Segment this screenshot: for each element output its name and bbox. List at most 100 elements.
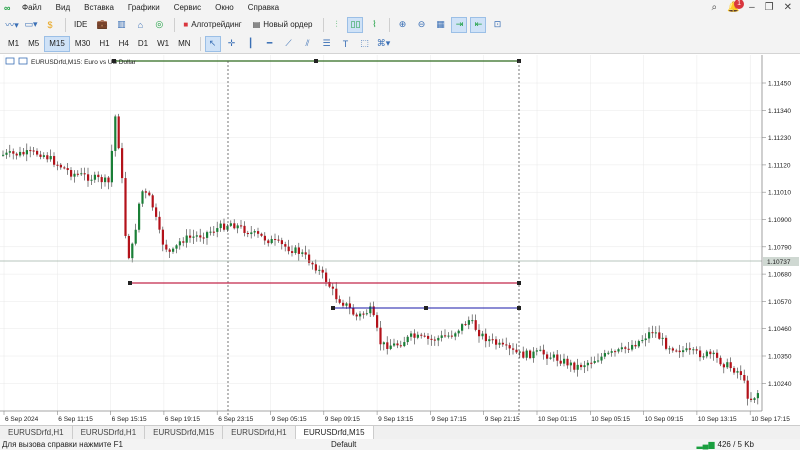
chart-tab[interactable]: EURUSDrfd,M15 <box>145 426 224 439</box>
candle-body <box>87 174 90 181</box>
zoom-in-icon[interactable]: ⊕ <box>394 17 410 33</box>
menu-file[interactable]: Файл <box>22 3 42 12</box>
cursor-icon[interactable]: ↖ <box>204 35 221 52</box>
time-label: 6 Sep 23:15 <box>218 416 253 423</box>
crosshair-icon[interactable]: ✛ <box>224 36 240 52</box>
shapes-icon[interactable]: ⬚ <box>357 36 373 52</box>
candle-body <box>399 345 402 347</box>
chart-shift-icon[interactable]: ⇤ <box>470 16 487 33</box>
candle-body <box>627 348 630 350</box>
menu-insert[interactable]: Вставка <box>84 3 114 12</box>
new-order-button[interactable]: ▤ Новый ордер <box>249 17 317 33</box>
fibonacci-icon[interactable]: ☰ <box>319 36 335 52</box>
candle-body <box>631 344 634 350</box>
menu-help[interactable]: Справка <box>248 3 279 12</box>
timeframe-m5[interactable]: M5 <box>24 36 43 52</box>
search-icon[interactable]: ⌕ <box>711 2 717 13</box>
chart-tab[interactable]: EURUSDrfd,H1 <box>73 426 146 439</box>
trendline-icon[interactable]: ⟋ <box>281 36 297 52</box>
candle-body <box>430 338 433 340</box>
menu-tools[interactable]: Сервис <box>174 3 201 12</box>
candle-body <box>423 335 426 337</box>
restore-icon[interactable]: ❐ <box>765 2 774 13</box>
candle-body <box>420 334 423 336</box>
screenshot-icon[interactable]: ⊡ <box>489 17 505 33</box>
signals-icon[interactable]: ◎ <box>151 17 167 33</box>
candle-body <box>498 342 501 345</box>
trendline-red-handle[interactable] <box>128 281 132 285</box>
timeframe-m15[interactable]: M15 <box>44 35 70 52</box>
trendline-blue-handle[interactable] <box>517 306 521 310</box>
candle-body <box>658 332 661 339</box>
strategy-tester-icon[interactable]: ▥ <box>113 17 129 33</box>
candle-body <box>355 314 358 317</box>
text-icon[interactable]: T <box>338 36 354 52</box>
timeframe-m30[interactable]: M30 <box>71 36 95 52</box>
chart-tab-active[interactable]: EURUSDrfd,M15 <box>295 426 374 439</box>
candle-body <box>617 349 620 352</box>
menu-window[interactable]: Окно <box>215 3 234 12</box>
candle-body <box>250 232 253 235</box>
candle-body <box>294 247 297 253</box>
timeframe-h1[interactable]: H1 <box>95 36 113 52</box>
timeframe-toolbar: M1 M5 M15 M30 H1 H4 D1 W1 MN ↖ ✛ ┃ ━ ⟋ ⫽… <box>0 34 800 54</box>
tile-windows-icon[interactable]: ▦ <box>432 17 448 33</box>
candle-body <box>393 343 396 346</box>
market-icon[interactable]: ⌂ <box>132 17 148 33</box>
timeframe-w1[interactable]: W1 <box>153 36 173 52</box>
close-icon[interactable]: ✕ <box>784 2 792 13</box>
menu-view[interactable]: Вид <box>56 3 70 12</box>
candle-body <box>83 173 86 175</box>
trendline-blue-handle[interactable] <box>331 306 335 310</box>
algo-trading-button[interactable]: ■ Алготрейдинг <box>179 17 245 33</box>
candle-body <box>403 342 406 347</box>
candle-body <box>590 362 593 364</box>
bar-chart-icon[interactable]: ⫶ <box>328 17 344 33</box>
chart-tab[interactable]: EURUSDrfd,H1 <box>0 426 73 439</box>
trendline-red-handle[interactable] <box>517 281 521 285</box>
candle-body <box>583 365 586 368</box>
timeframe-h4[interactable]: H4 <box>115 36 133 52</box>
timeframe-d1[interactable]: D1 <box>134 36 152 52</box>
timeframe-m1[interactable]: M1 <box>4 36 23 52</box>
menu-charts[interactable]: Графики <box>128 3 160 12</box>
candle-body <box>532 351 535 359</box>
status-traffic-value: 426 / 5 Kb <box>717 440 754 449</box>
candle-body <box>212 231 215 233</box>
toolbar-separator <box>323 17 325 32</box>
candle-body <box>495 339 498 345</box>
candle-body <box>634 344 637 347</box>
notifications-bell-icon[interactable]: 🔔 1 <box>727 0 745 13</box>
price-label: 1.11230 <box>768 135 791 142</box>
candle-body <box>155 207 158 217</box>
arrows-icon[interactable]: ⌘▾ <box>376 36 392 52</box>
briefcase-icon[interactable]: 💼 <box>94 17 110 33</box>
chart-tab[interactable]: EURUSDrfd,H1 <box>223 426 296 439</box>
candle-body <box>512 348 515 350</box>
candle-body <box>746 380 749 399</box>
market-watch-icon[interactable]: $ <box>42 17 58 33</box>
candle-body <box>410 333 413 337</box>
autoscroll-icon[interactable]: ⇥ <box>451 16 468 33</box>
horizontal-line-icon[interactable]: ━ <box>262 36 278 52</box>
profiles-icon[interactable]: ▭▾ <box>23 17 39 33</box>
candle-body <box>304 252 307 255</box>
candle-body <box>161 229 164 245</box>
new-chart-icon[interactable]: 〰▾ <box>4 17 20 33</box>
minimize-icon[interactable]: – <box>749 2 755 13</box>
line-chart-icon[interactable]: ⌇ <box>366 17 382 33</box>
equidistant-channel-icon[interactable]: ⫽ <box>300 36 316 52</box>
vertical-line-icon[interactable]: ┃ <box>243 36 259 52</box>
timeframe-mn[interactable]: MN <box>174 36 194 52</box>
candlestick-chart-icon[interactable]: ▯▯ <box>347 16 364 33</box>
candle-body <box>750 398 753 400</box>
candle-body <box>22 151 25 155</box>
zoom-out-icon[interactable]: ⊖ <box>413 17 429 33</box>
trendline-blue-handle[interactable] <box>424 306 428 310</box>
toolbar-separator <box>174 17 176 32</box>
price-chart[interactable]: 1.11450 1.11340 1.11230 1.11120 1.11010 1.109… <box>0 55 800 425</box>
trendline-top-handle[interactable] <box>314 59 318 63</box>
ide-button[interactable]: IDE <box>70 17 91 33</box>
candle-body <box>104 177 107 183</box>
candle-body <box>705 351 708 357</box>
